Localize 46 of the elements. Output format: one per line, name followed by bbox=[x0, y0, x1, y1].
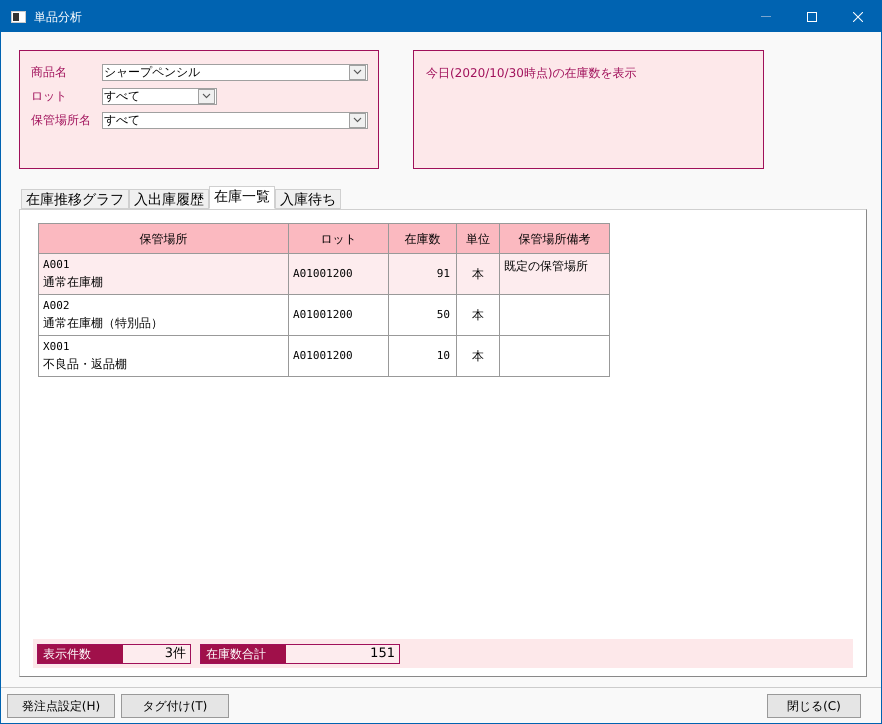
dropdown-button[interactable] bbox=[198, 88, 215, 104]
dropdown-field[interactable]: すべて bbox=[102, 112, 368, 128]
table-cell: A01001200 bbox=[288, 336, 388, 376]
dropdown-button[interactable] bbox=[349, 112, 366, 128]
table-cell: 10 bbox=[388, 336, 456, 376]
location-name: 通常在庫棚（特別品） bbox=[43, 315, 164, 332]
column-header: ロット bbox=[288, 224, 388, 254]
summary-label: 在庫数合計 bbox=[201, 644, 286, 662]
column-header: 在庫数 bbox=[388, 224, 456, 254]
column-header: 単位 bbox=[456, 224, 500, 254]
chevron-down-icon bbox=[353, 69, 362, 75]
table-row[interactable]: X001 不良品・返品棚 A01001200 10 本 bbox=[38, 336, 610, 376]
minimize-icon bbox=[761, 16, 771, 17]
window-icon bbox=[11, 10, 26, 22]
filter-label: 保管場所名 bbox=[31, 112, 92, 129]
table-row[interactable]: A002 通常在庫棚（特別品） A01001200 50 本 bbox=[38, 294, 610, 336]
dropdown-button[interactable] bbox=[349, 64, 366, 80]
info-text: 今日(2020/10/30時点)の在庫数を表示 bbox=[426, 66, 637, 80]
summary-value: 3件 bbox=[164, 644, 187, 662]
filter-label: 商品名 bbox=[31, 64, 68, 81]
tab[interactable]: 在庫一覧 bbox=[209, 186, 275, 209]
chevron-down-icon bbox=[353, 117, 362, 123]
dropdown-field[interactable]: シャープペンシル bbox=[102, 64, 368, 80]
window-title: 単品分析 bbox=[34, 8, 82, 26]
location-code: X001 bbox=[43, 338, 70, 355]
close-dialog-button[interactable]: 閉じる(C) bbox=[767, 694, 861, 718]
dropdown-field[interactable]: すべて bbox=[102, 88, 217, 104]
location-name: 通常在庫棚 bbox=[43, 274, 104, 292]
tab[interactable]: 入庫待ち bbox=[275, 189, 341, 209]
column-header: 保管場所備考 bbox=[500, 224, 610, 254]
filter-label: ロット bbox=[31, 88, 68, 105]
location-code: A001 bbox=[43, 256, 70, 273]
column-header: 保管場所 bbox=[38, 224, 288, 254]
chevron-down-icon bbox=[202, 93, 211, 99]
tab[interactable]: 在庫推移グラフ bbox=[21, 189, 129, 209]
location-name: 不良品・返品棚 bbox=[43, 356, 128, 374]
location-code: A002 bbox=[43, 298, 70, 314]
summary-label: 表示件数 bbox=[38, 644, 123, 662]
summary-value: 151 bbox=[369, 644, 396, 662]
close-icon bbox=[853, 12, 863, 22]
maximize-icon bbox=[807, 12, 817, 22]
table-cell: 本 bbox=[456, 336, 500, 376]
table-row[interactable]: A001 通常在庫棚 A01001200 91 本 既定の保管場所 bbox=[38, 254, 610, 294]
action-button[interactable]: 発注点設定(H) bbox=[7, 694, 115, 718]
tab[interactable]: 入出庫履歴 bbox=[129, 189, 209, 209]
action-button[interactable]: タグ付け(T) bbox=[121, 694, 229, 718]
